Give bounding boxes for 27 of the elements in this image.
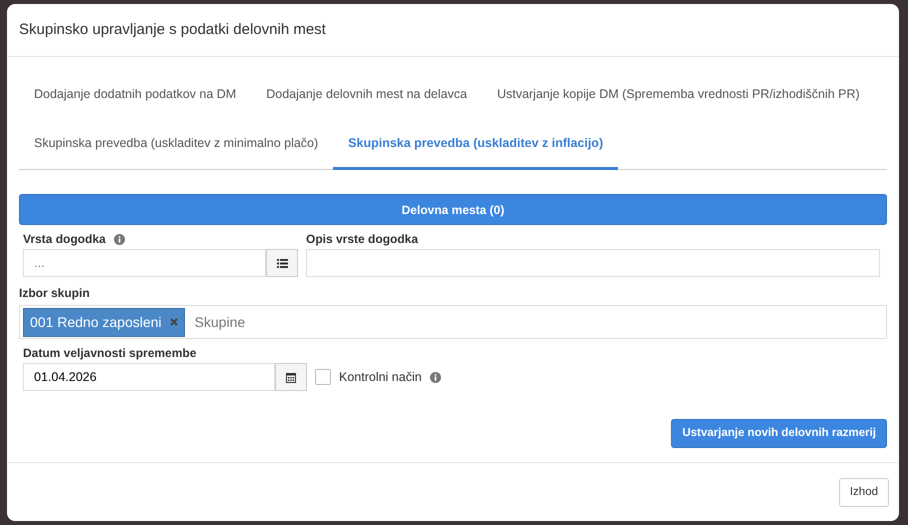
list-icon: [276, 258, 288, 268]
tab[interactable]: Dodajanje dodatnih podatkov na DM: [19, 71, 252, 121]
tab[interactable]: Skupinska prevedba (uskladitev z minimalno plačo): [19, 120, 334, 170]
tab[interactable]: Ustvarjanje kopije DM (Sprememba vrednosti PR/izhodiščnih PR): [482, 71, 875, 121]
groups-field[interactable]: 001 Redno zaposleni Skupine: [19, 305, 887, 339]
exit-button[interactable]: Izhod: [838, 478, 889, 507]
tag-label: 001 Redno zaposleni: [30, 312, 162, 332]
tab[interactable]: Dodajanje delovnih mest na delavca: [251, 71, 482, 121]
tab[interactable]: Skupinska prevedba (uskladitev z inflacijo): [333, 120, 618, 170]
checkbox[interactable]: [315, 369, 331, 385]
field-label: Izbor skupin: [19, 285, 90, 302]
field-label: Opis vrste dogodka: [306, 231, 418, 248]
create-button[interactable]: Ustvarjanje novih delovnih razmerij: [671, 419, 887, 448]
event-type-field[interactable]: ...: [23, 249, 266, 277]
calendar-icon: [286, 372, 296, 382]
list-button[interactable]: [266, 249, 298, 277]
field-label: Datum veljavnosti spremembe: [23, 345, 196, 362]
close-icon[interactable]: [170, 318, 178, 326]
calendar-button[interactable]: [275, 363, 307, 391]
info-icon: [114, 234, 125, 244]
section-bar[interactable]: Delovna mesta (0): [19, 194, 887, 225]
modal-title: Skupinsko upravljanje s podatki delovnih mest: [19, 21, 327, 39]
field-label: Vrsta dogodka: [23, 231, 106, 248]
info-icon: [430, 372, 441, 382]
checkbox-label: Kontrolni način: [339, 368, 422, 386]
date-field[interactable]: 01.04.2026: [23, 363, 275, 391]
event-description-field[interactable]: [306, 249, 880, 277]
